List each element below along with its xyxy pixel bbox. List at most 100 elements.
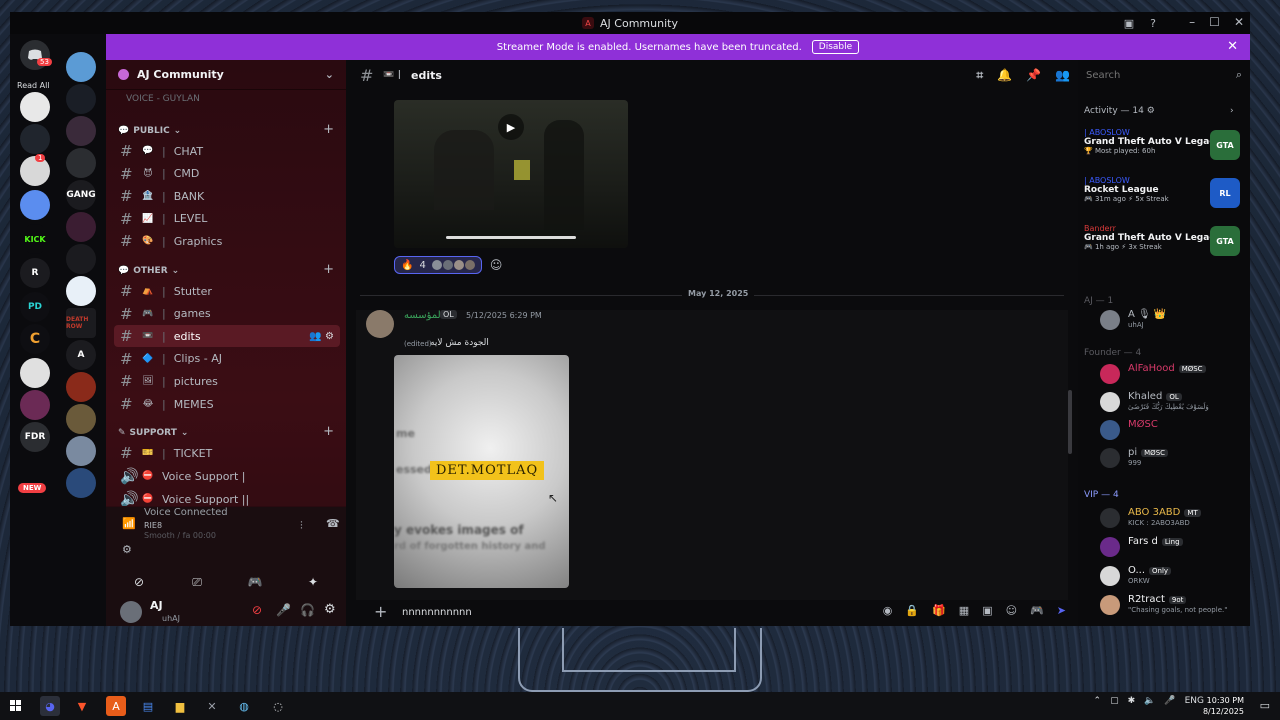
steam-icon[interactable]: ◍ [234, 696, 254, 716]
member-founder[interactable]: MØSC [1084, 418, 1244, 442]
server-icon[interactable] [66, 244, 96, 274]
soundboard-icon[interactable]: ✦ [288, 571, 338, 593]
server-icon[interactable] [20, 390, 50, 420]
sticker-icon[interactable]: ▣ [982, 604, 992, 617]
voice-channel-support-1[interactable]: 🔊 ⛔ Voice Support | [114, 465, 340, 487]
reaction-fire[interactable]: 🔥 4 [394, 256, 482, 274]
server-icon[interactable]: GANG [66, 180, 96, 210]
play-icon[interactable]: ▶ [498, 114, 524, 140]
channel-clips-aj[interactable]: # 🔷 | Clips - AJ [114, 348, 340, 370]
message-input[interactable] [402, 604, 842, 620]
eye-icon[interactable]: ◉ [883, 604, 893, 617]
start-windows-icon[interactable] [6, 696, 26, 716]
search-input[interactable] [1086, 69, 1226, 81]
server-icon[interactable] [66, 52, 96, 82]
channel-level[interactable]: # 📈 | LEVEL [114, 208, 340, 230]
app-window-icon[interactable]: ▤ [138, 696, 158, 716]
app-a-icon[interactable]: A [106, 696, 126, 716]
tray-chevron-up-icon[interactable]: ⌃ [1094, 696, 1102, 706]
video-progress-bar[interactable] [446, 236, 576, 239]
brave-browser-icon[interactable]: ▼ [72, 696, 92, 716]
member-vip[interactable]: ABO 3ABD MT KICK : 2ABO3ABD [1084, 506, 1244, 530]
emoji-icon[interactable]: ☺ [1006, 604, 1017, 617]
member-vip[interactable]: R2tract 9ot "Chasing goals, not people." [1084, 593, 1244, 617]
banner-close-icon[interactable]: ✕ [1227, 39, 1238, 54]
message-author[interactable]: المؤسسه [404, 310, 443, 321]
channel-memes[interactable]: # 😂 | MEMES [114, 393, 340, 415]
category-public[interactable]: 💬 PUBLIC ⌄ [118, 126, 181, 136]
server-icon[interactable]: DEATH ROW [66, 308, 96, 338]
disable-streamer-mode-button[interactable]: Disable [811, 40, 860, 54]
member-founder[interactable]: AlFaHood MØSC [1084, 362, 1244, 386]
server-icon[interactable] [66, 404, 96, 434]
system-clock[interactable]: 10:30 PM 8/12/2025 [1203, 695, 1244, 717]
help-icon[interactable]: ? [1146, 16, 1160, 30]
gear-icon[interactable]: ⚙ [1147, 106, 1155, 116]
server-icon[interactable]: R [20, 258, 50, 288]
gift-icon[interactable]: 🎁 [932, 604, 946, 617]
discord-taskbar-icon[interactable]: ◕ [40, 696, 60, 716]
maximize-button[interactable]: ☐ [1209, 15, 1220, 29]
server-icon[interactable] [66, 84, 96, 114]
channel-bank[interactable]: # 🏦 | BANK [114, 185, 340, 207]
category-support[interactable]: ✎ SUPPORT ⌄ [118, 428, 188, 438]
camera-off-icon[interactable]: ⊘ [114, 571, 164, 593]
voice-channel-cut[interactable]: VOICE - GUYLAN [126, 94, 200, 104]
volume-icon[interactable]: 🔈 [1144, 696, 1155, 706]
add-channel-icon[interactable]: + [323, 424, 334, 439]
add-channel-icon[interactable]: + [323, 122, 334, 137]
pin-icon[interactable]: 📌 [1026, 68, 1041, 83]
server-icon[interactable] [66, 436, 96, 466]
threads-icon[interactable]: ⌗ [976, 68, 983, 83]
terminal-icon[interactable]: ✕ [202, 696, 222, 716]
member-vip[interactable]: Fars d Ling [1084, 535, 1244, 559]
chat-scrollbar[interactable] [1068, 390, 1072, 454]
notifications-icon[interactable]: ▭ [1260, 699, 1270, 712]
image-attachment[interactable]: me essed y evokes images of rd of forgot… [394, 355, 569, 588]
headphones-icon[interactable]: 🎧 [300, 603, 315, 617]
user-avatar[interactable] [120, 601, 142, 623]
file-explorer-icon[interactable]: ▆ [170, 696, 190, 716]
member-aj[interactable]: A 🎙 👑 uhAJ [1084, 308, 1244, 332]
invite-settings-icon[interactable]: 👥 ⚙ [309, 331, 334, 342]
search-icon[interactable]: ⌕ [1236, 68, 1242, 82]
server-icon[interactable] [66, 468, 96, 498]
minimize-button[interactable]: – [1189, 15, 1195, 29]
input-language[interactable]: ENG [1185, 696, 1204, 706]
channel-pictures[interactable]: # 🖼 | pictures [114, 370, 340, 392]
noise-suppression-icon[interactable]: ⫶ [300, 519, 303, 533]
server-icon[interactable] [66, 276, 96, 306]
server-icon[interactable] [66, 372, 96, 402]
server-icon[interactable] [66, 116, 96, 146]
category-other[interactable]: 💬 OTHER ⌄ [118, 266, 179, 276]
server-icon[interactable] [20, 124, 50, 154]
channel-edits[interactable]: # 📼 | edits 👥 ⚙ [114, 325, 340, 348]
activity-card[interactable]: Banderr Grand Theft Auto V Legacy 🎮 1h ago… [1084, 224, 1244, 268]
server-icon[interactable] [66, 212, 96, 242]
server-icon[interactable] [20, 358, 50, 388]
settings-app-icon[interactable]: ◌ [268, 696, 288, 716]
read-all-button[interactable]: Read All [17, 81, 50, 90]
activity-card[interactable]: | ABOSLOW Rocket League 🎮 31m ago ⚡ 5x Str… [1084, 176, 1244, 220]
attach-plus-icon[interactable]: + [374, 602, 387, 621]
mic-tray-icon[interactable]: 🎤 [1164, 696, 1175, 706]
server-icon[interactable] [20, 190, 50, 220]
server-header[interactable]: AJ Community ⌄ [106, 60, 346, 90]
lock-icon[interactable]: 🔒 [905, 604, 919, 617]
channel-cmd[interactable]: # 😈 | CMD [114, 163, 340, 185]
add-reaction-icon[interactable]: ☺ [490, 258, 503, 272]
activity-card[interactable]: | ABOSLOW Grand Theft Auto V Legacy 🏆 Most… [1084, 128, 1244, 172]
server-icon[interactable]: FDR [20, 422, 50, 452]
server-icon[interactable]: A [66, 340, 96, 370]
channel-ticket[interactable]: # 🎫 | TICKET [114, 442, 340, 464]
server-icon[interactable]: PD [20, 292, 50, 322]
signal-icon[interactable]: 📶 [122, 517, 136, 530]
send-icon[interactable]: ➤ [1057, 604, 1066, 617]
tray-bluetooth-icon[interactable]: ✱ [1128, 696, 1136, 706]
disconnect-icon[interactable]: ☎ [326, 517, 340, 530]
server-icon[interactable]: KICK [20, 224, 50, 254]
server-icon[interactable]: C [20, 324, 50, 354]
channel-stutter[interactable]: # ⛺ | Stutter [114, 280, 340, 302]
gif-icon[interactable]: ▦ [959, 604, 969, 617]
chevron-right-icon[interactable]: › [1230, 106, 1234, 116]
